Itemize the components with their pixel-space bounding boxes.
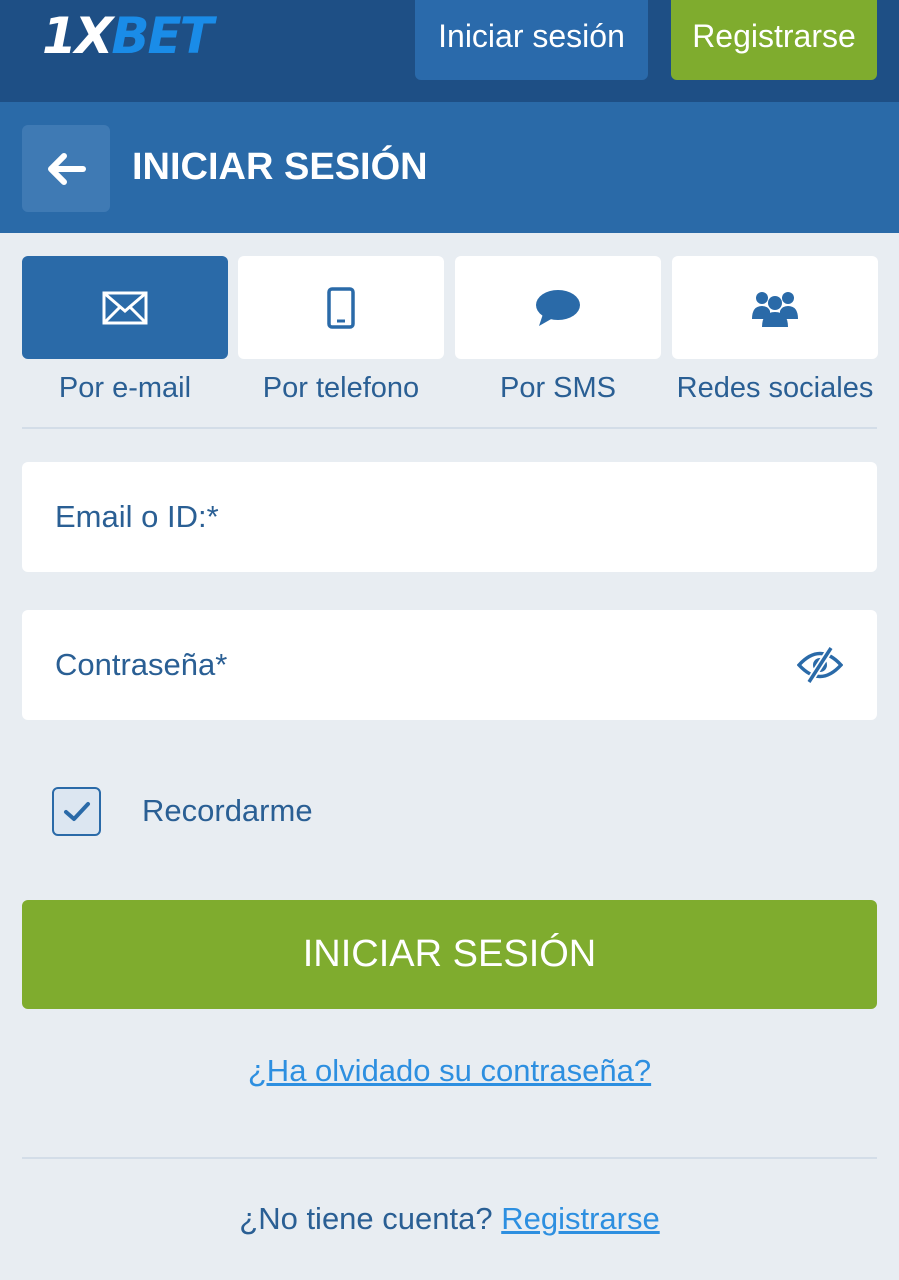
remember-checkbox[interactable] — [52, 787, 101, 836]
tab-label-social[interactable]: Redes sociales — [660, 366, 890, 410]
email-field-label: Email o ID:* — [55, 499, 219, 534]
section-divider — [22, 427, 877, 429]
forgot-password-row: ¿Ha olvidado su contraseña? — [0, 1048, 899, 1094]
remember-label[interactable]: Recordarme — [142, 788, 313, 834]
back-button[interactable] — [22, 125, 110, 212]
chat-bubble-icon — [536, 289, 580, 326]
eye-slash-icon[interactable] — [797, 646, 843, 684]
password-field-label: Contraseña* — [55, 647, 228, 682]
register-prompt: ¿No tiene cuenta? Registrarse — [0, 1196, 899, 1242]
logo-1x: 1X — [42, 7, 113, 65]
password-field[interactable]: Contraseña* — [22, 610, 877, 720]
tab-label-email[interactable]: Por e-mail — [10, 366, 240, 410]
login-submit-button[interactable]: INICIAR SESIÓN — [22, 900, 877, 1009]
tab-label-sms[interactable]: Por SMS — [443, 366, 673, 410]
tab-email[interactable] — [22, 256, 228, 359]
tab-label-phone[interactable]: Por telefono — [226, 366, 456, 410]
brand-logo[interactable]: 1X BET — [42, 7, 214, 65]
phone-icon — [327, 286, 355, 329]
footer-divider — [22, 1157, 877, 1159]
checkmark-icon — [63, 801, 90, 821]
tab-social[interactable] — [672, 256, 878, 359]
tab-sms[interactable] — [455, 256, 661, 359]
header-login-button[interactable]: Iniciar sesión — [415, 0, 648, 80]
arrow-left-icon — [48, 152, 86, 185]
page-title: INICIAR SESIÓN — [132, 146, 428, 188]
email-field[interactable]: Email o ID:* — [22, 462, 877, 572]
envelope-icon — [102, 291, 148, 324]
register-link[interactable]: Registrarse — [501, 1201, 660, 1236]
no-account-text: ¿No tiene cuenta? — [239, 1201, 493, 1236]
page-title-bar: INICIAR SESIÓN — [0, 102, 899, 233]
forgot-password-link[interactable]: ¿Ha olvidado su contraseña? — [248, 1053, 651, 1088]
header-register-button[interactable]: Registrarse — [671, 0, 877, 80]
users-icon — [752, 291, 798, 327]
top-header: 1X BET Iniciar sesión Registrarse — [0, 0, 899, 102]
logo-bet: BET — [111, 7, 213, 65]
tab-phone[interactable] — [238, 256, 444, 359]
